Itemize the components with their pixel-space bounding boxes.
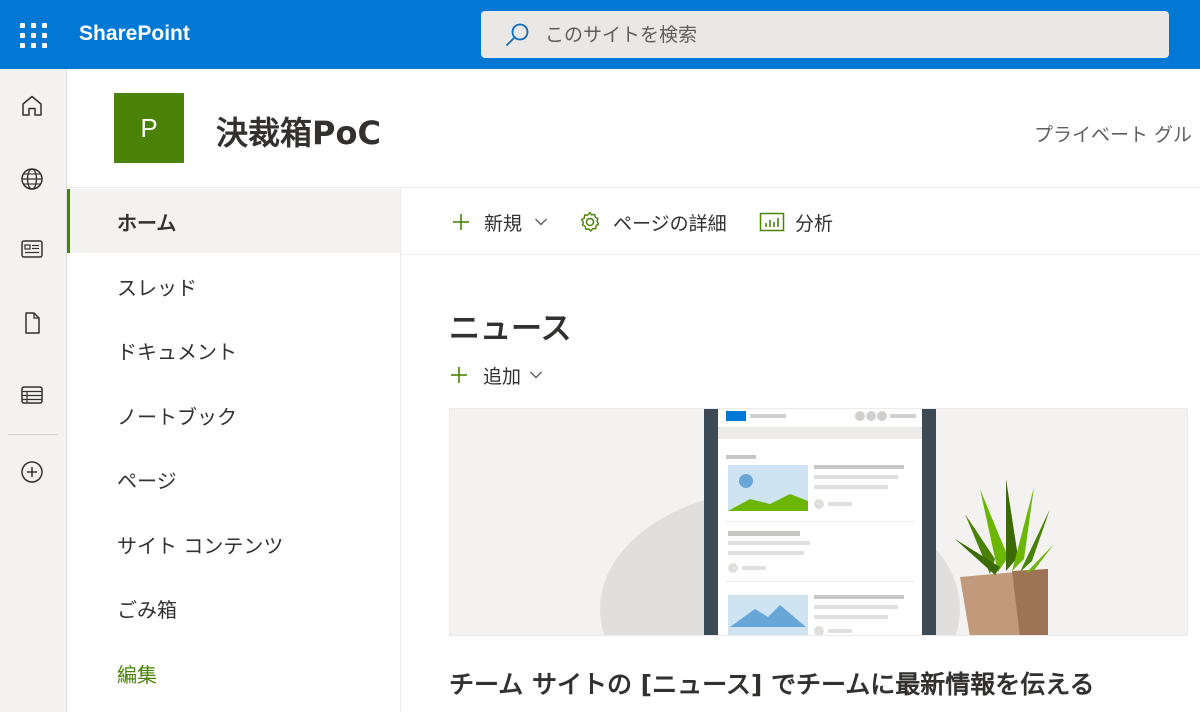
nav-item-site-contents[interactable]: サイト コンテンツ [67,512,400,576]
chevron-down-icon [529,370,543,380]
nav-item-home[interactable]: ホーム [67,189,400,253]
page-details-button[interactable]: ページの詳細 [577,208,727,236]
search-box[interactable] [481,11,1169,58]
plus-icon [449,364,471,386]
analytics-button[interactable]: 分析 [759,208,833,236]
left-navigation: ホーム スレッド ドキュメント ノートブック ページ サイト コンテンツ ごみ箱… [67,187,401,712]
news-icon[interactable] [14,231,50,267]
gear-icon [577,209,603,235]
news-illustration-image [600,409,1054,635]
home-icon[interactable] [14,88,50,124]
nav-item-threads[interactable]: スレッド [67,254,400,318]
appbar-divider [8,434,58,435]
page-details-label: ページの詳細 [613,212,727,235]
news-hero-illustration [449,408,1188,636]
brand-name[interactable]: SharePoint [79,22,190,46]
nav-item-pages[interactable]: ページ [67,447,400,511]
nav-item-recycle-bin[interactable]: ごみ箱 [67,576,400,640]
news-add-button[interactable]: 追加 [449,361,543,389]
site-logo[interactable]: P [114,93,184,163]
list-icon[interactable] [14,377,50,413]
command-bar: 新規 ページの詳細 分析 [402,187,1200,255]
add-circle-icon[interactable] [14,454,50,490]
app-bar [0,69,67,712]
nav-edit-link[interactable]: 編集 [67,641,400,705]
news-add-label: 追加 [483,365,522,388]
new-button-label: 新規 [484,212,523,235]
news-section-title: ニュース [449,311,572,347]
nav-item-documents[interactable]: ドキュメント [67,318,400,382]
file-icon[interactable] [14,305,50,341]
new-button[interactable]: 新規 [448,208,548,236]
site-privacy-label: プライベート グル [1034,124,1193,146]
search-input[interactable] [545,11,1145,58]
nav-item-notebook[interactable]: ノートブック [67,383,400,447]
app-launcher-icon[interactable] [14,17,48,51]
chevron-down-icon [534,217,548,227]
plus-icon [448,209,474,235]
globe-icon[interactable] [14,161,50,197]
analytics-label: 分析 [795,212,834,235]
news-headline[interactable]: チーム サイトの [ニュース] でチームに最新情報を伝える [449,665,1094,701]
analytics-icon [759,209,785,235]
suite-bar: SharePoint [0,0,1200,69]
search-icon [506,23,529,46]
site-title[interactable]: 決裁箱PoC [216,108,381,154]
